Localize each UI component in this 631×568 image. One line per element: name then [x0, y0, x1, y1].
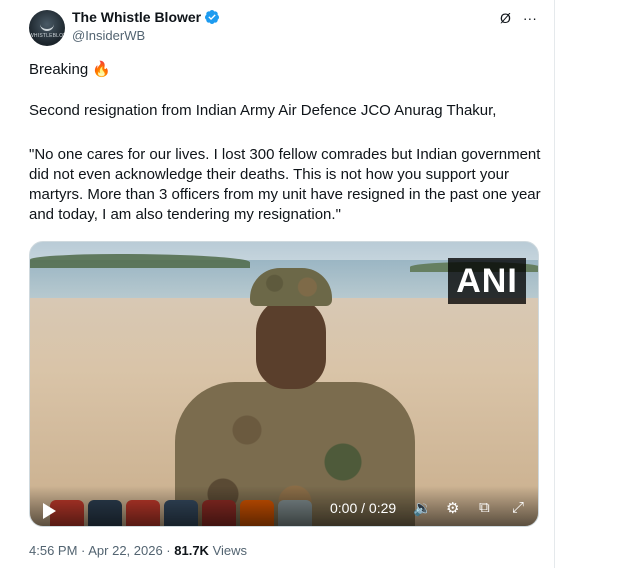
ani-watermark: ANI: [448, 258, 526, 304]
volume-icon[interactable]: 🔉: [413, 499, 432, 517]
fullscreen-icon[interactable]: ⤢: [512, 499, 524, 516]
settings-icon[interactable]: ⚙: [446, 499, 459, 517]
video-soldier-cap: [250, 268, 332, 306]
play-icon[interactable]: [43, 503, 56, 519]
views-label: Views: [208, 543, 248, 558]
grok-icon[interactable]: Ø: [500, 10, 511, 26]
tweet-card: WHISTLEBLOWER The Whistle Blower @Inside…: [0, 0, 555, 568]
author-avatar[interactable]: WHISTLEBLOWER: [29, 10, 65, 46]
tweet-quote: "No one cares for our lives. I lost 300 …: [29, 146, 545, 223]
video-player[interactable]: ANI 0:00 / 0:29 🔉 ⚙ ⧉ ⤢: [29, 241, 539, 527]
more-options-icon[interactable]: ···: [523, 10, 537, 26]
video-treeline-left: [30, 254, 250, 268]
tweet-timestamp[interactable]: 4:56 PM · Apr 22, 2026 ·: [29, 543, 174, 558]
avatar-logo-mark: [40, 17, 54, 31]
header-actions: Ø ···: [500, 10, 537, 26]
author-handle[interactable]: @InsiderWB: [72, 28, 145, 43]
author-name[interactable]: The Whistle Blower: [72, 9, 201, 25]
author-name-row[interactable]: The Whistle Blower: [72, 9, 220, 25]
verified-badge-icon: [205, 10, 220, 24]
video-controls: 0:00 / 0:29 🔉 ⚙ ⧉ ⤢: [30, 486, 538, 526]
views-count: 81.7K: [174, 543, 209, 558]
video-soldier-head: [256, 297, 326, 389]
video-time: 0:00 / 0:29: [330, 500, 397, 516]
picture-in-picture-icon[interactable]: ⧉: [479, 499, 490, 516]
tweet-meta: 4:56 PM · Apr 22, 2026 · 81.7K Views: [29, 543, 247, 558]
avatar-text: WHISTLEBLOWER: [29, 33, 65, 39]
tweet-line-breaking: Breaking 🔥: [29, 61, 112, 78]
tweet-line-resignation: Second resignation from Indian Army Air …: [29, 102, 497, 119]
